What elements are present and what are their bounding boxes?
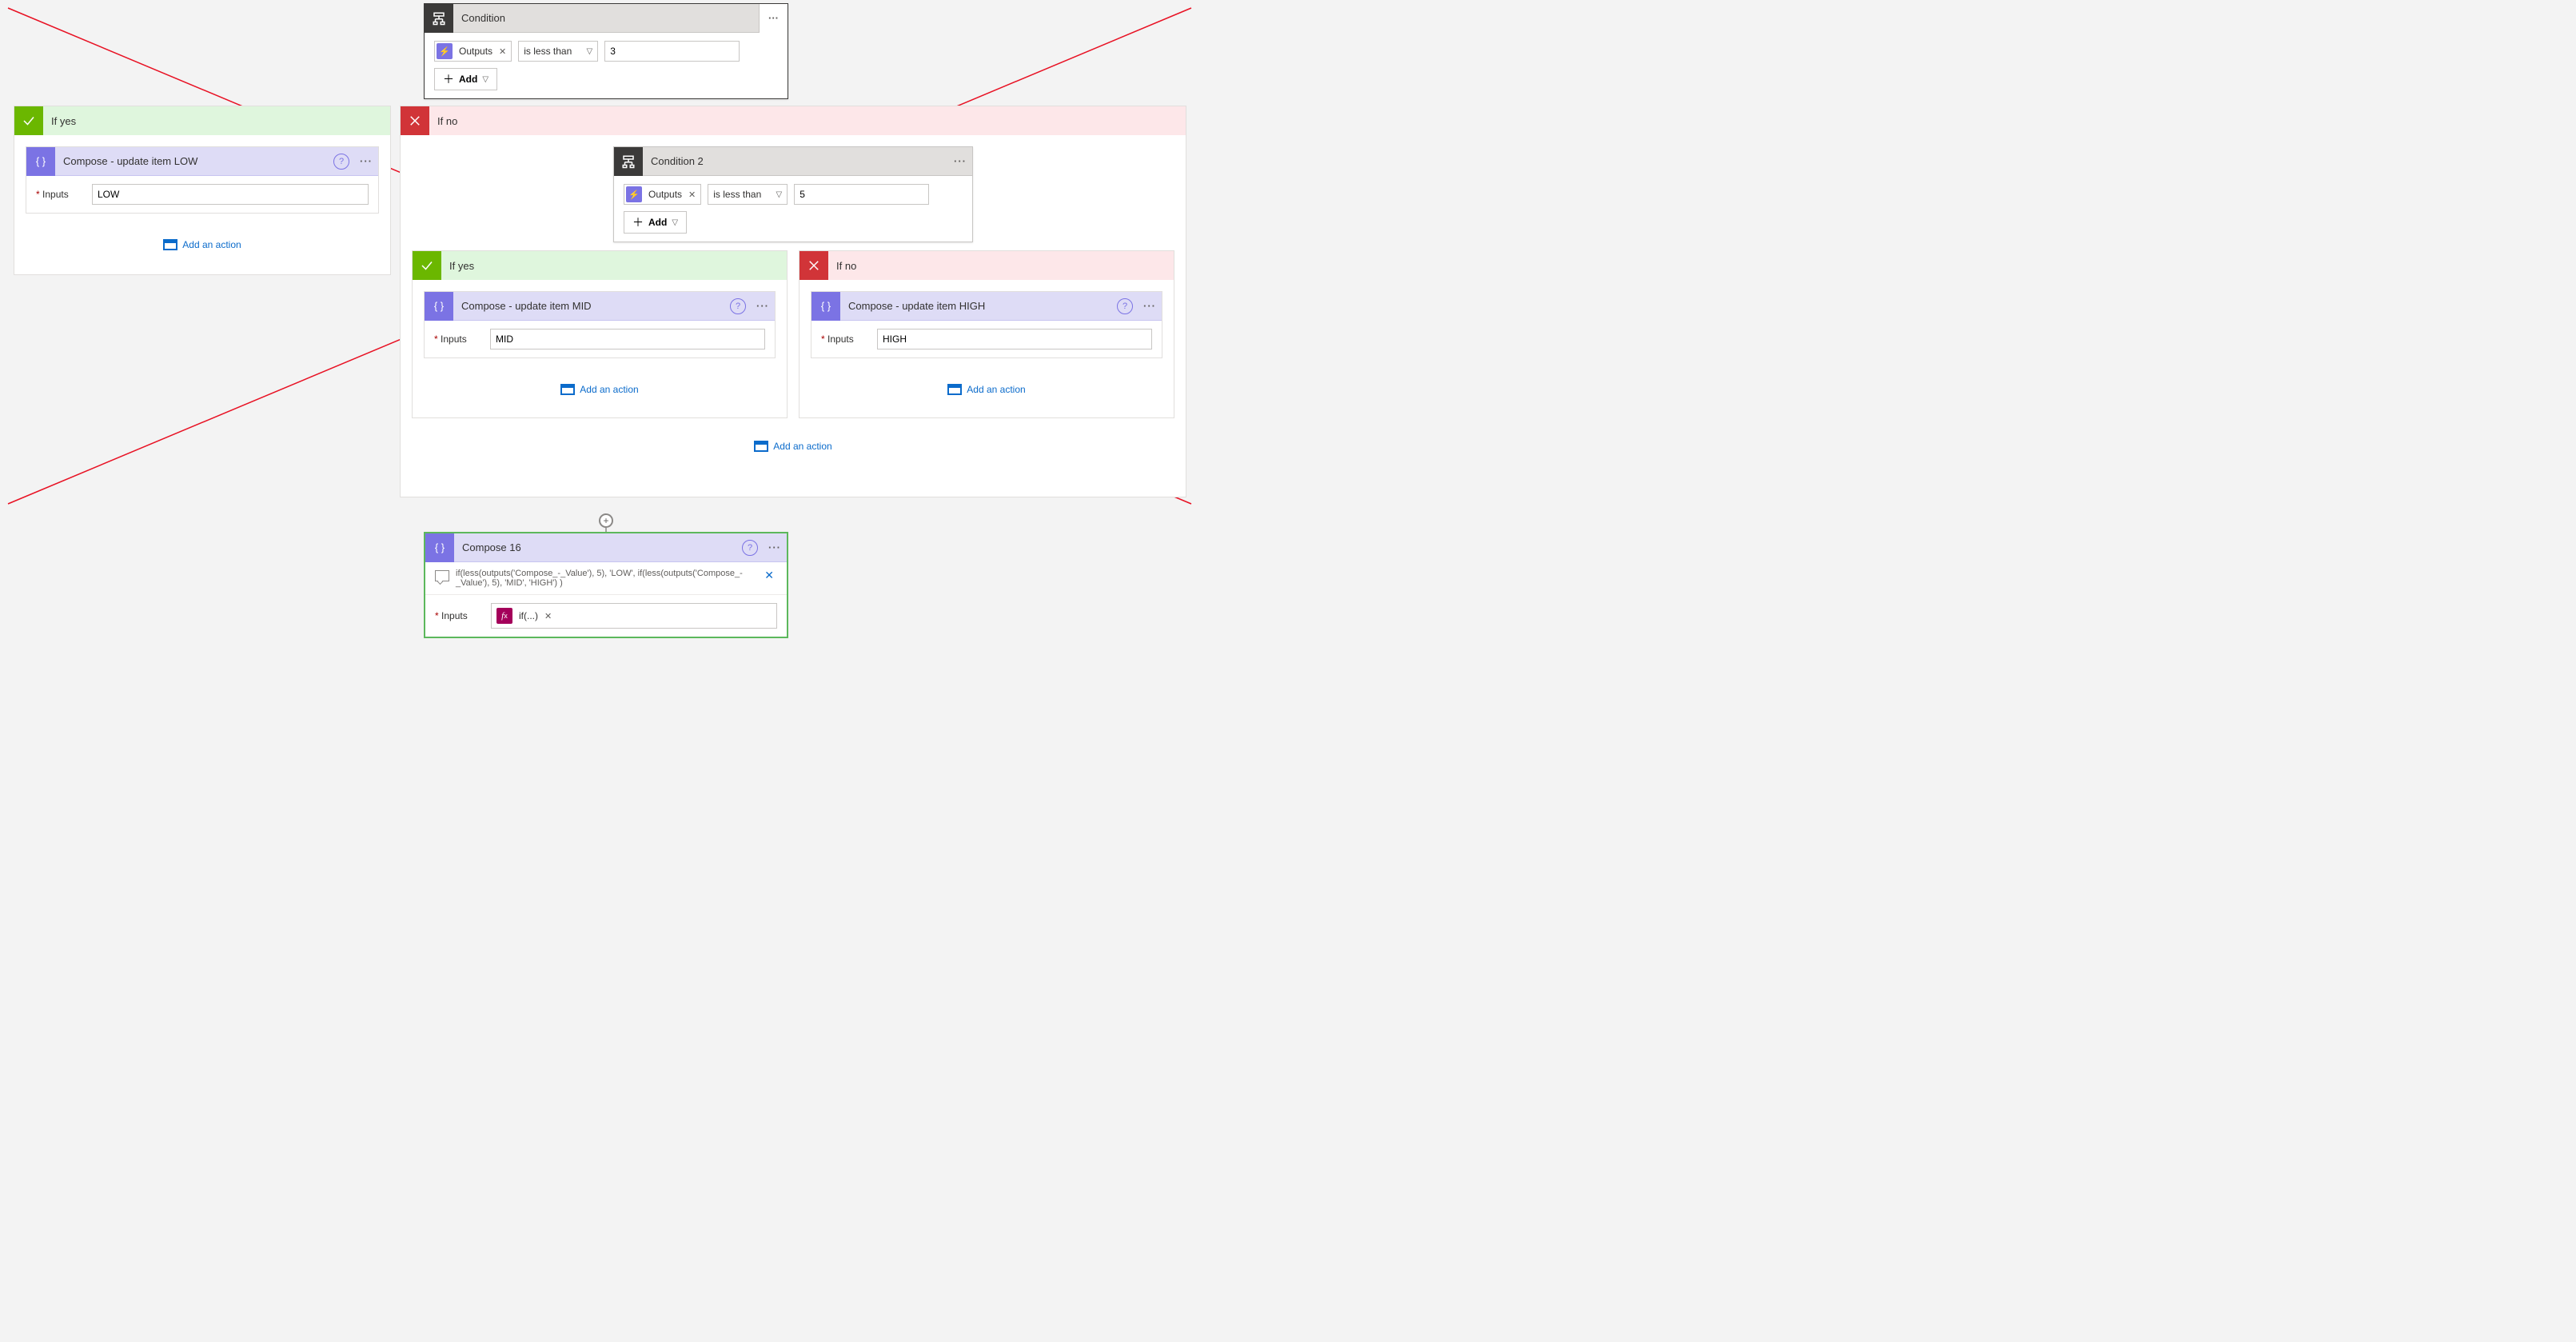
if-yes-branch-inner: If yes { } Compose - update item MID ? ·… [412,250,788,418]
inputs-field[interactable]: fx if(...) ✕ [491,603,777,629]
chevron-down-icon: ▽ [672,218,678,227]
condition-icon [425,4,453,33]
condition-title: Condition 2 [643,155,948,167]
inputs-label: Inputs [36,189,84,200]
branch-label: If yes [43,115,76,127]
compose-mid-card[interactable]: { } Compose - update item MID ? ··· Inpu… [424,291,776,358]
add-action-icon [560,384,575,395]
close-icon [800,251,828,280]
operand-token-label: Outputs [456,46,496,57]
card-menu-button[interactable]: ··· [354,155,378,167]
if-yes-branch-outer: If yes { } Compose - update item LOW ? ·… [14,106,391,275]
plus-icon: ＋ [443,71,454,87]
branch-label: If no [429,115,457,127]
compose-16-card[interactable]: { } Compose 16 ? ··· if(less(outputs('Co… [424,532,788,638]
action-comment: if(less(outputs('Compose_-_Value'), 5), … [425,562,787,595]
compose-icon: { } [425,292,453,321]
condition-title: Condition [453,12,759,24]
inputs-field[interactable] [490,329,765,349]
inputs-field[interactable] [877,329,1152,349]
remove-token-button[interactable]: ✕ [496,46,509,57]
condition-card-1[interactable]: Condition ··· ⚡ Outputs ✕ is less than ▽… [424,3,788,99]
dynamic-content-icon: ⚡ [628,190,640,200]
add-action-link[interactable]: Add an action [413,384,787,395]
if-no-branch-inner: If no { } Compose - update item HIGH ? ·… [799,250,1174,418]
card-menu-button[interactable]: ··· [948,155,972,167]
if-no-branch-outer: If no Condition 2 ··· ⚡ [400,106,1186,497]
chevron-down-icon: ▽ [587,47,593,56]
operator-select[interactable]: is less than ▽ [708,184,788,205]
chevron-down-icon: ▽ [776,190,783,199]
operator-select[interactable]: is less than ▽ [518,41,598,62]
operand-right-input[interactable] [794,184,929,205]
compose-icon: { } [425,533,454,562]
inputs-field[interactable] [92,184,369,205]
check-icon [14,106,43,135]
compose-icon: { } [26,147,55,176]
remove-token-button[interactable]: ✕ [685,190,699,200]
chevron-down-icon: ▽ [482,75,488,84]
condition-card-2[interactable]: Condition 2 ··· ⚡ Outputs ✕ is less than… [613,146,973,242]
help-icon[interactable]: ? [730,298,746,314]
add-action-icon [754,441,768,452]
dynamic-content-icon: ⚡ [439,46,450,57]
card-menu-button[interactable]: ··· [1138,300,1162,312]
condition-icon [614,147,643,176]
operand-right-input[interactable] [604,41,740,62]
comment-icon [435,570,449,581]
compose-high-card[interactable]: { } Compose - update item HIGH ? ··· Inp… [811,291,1162,358]
help-icon[interactable]: ? [742,540,758,556]
compose-title: Compose - update item LOW [55,155,333,167]
insert-step-button[interactable]: + [599,513,613,528]
add-condition-button[interactable]: ＋ Add ▽ [624,211,687,234]
check-icon [413,251,441,280]
operand-left[interactable]: ⚡ Outputs ✕ [624,184,701,205]
operand-left[interactable]: ⚡ Outputs ✕ [434,41,512,62]
add-action-icon [947,384,962,395]
add-action-icon [163,239,177,250]
add-condition-button[interactable]: ＋ Add ▽ [434,68,497,90]
card-menu-button[interactable]: ··· [763,541,787,553]
condition-menu-button[interactable]: ··· [759,4,788,33]
compose-low-card[interactable]: { } Compose - update item LOW ? ··· Inpu… [26,146,379,214]
dismiss-comment-button[interactable]: ✕ [761,569,777,582]
add-action-link[interactable]: Add an action [401,441,1186,452]
compose-icon: { } [811,292,840,321]
add-action-link[interactable]: Add an action [14,239,390,250]
add-action-link[interactable]: Add an action [800,384,1174,395]
remove-token-button[interactable]: ✕ [541,611,555,621]
fx-icon: fx [496,608,512,624]
help-icon[interactable]: ? [333,154,349,170]
flow-canvas: Condition ··· ⚡ Outputs ✕ is less than ▽… [0,0,1199,632]
close-icon [401,106,429,135]
plus-icon: ＋ [632,214,644,230]
help-icon[interactable]: ? [1117,298,1133,314]
card-menu-button[interactable]: ··· [751,300,775,312]
comment-text: if(less(outputs('Compose_-_Value'), 5), … [456,569,755,588]
